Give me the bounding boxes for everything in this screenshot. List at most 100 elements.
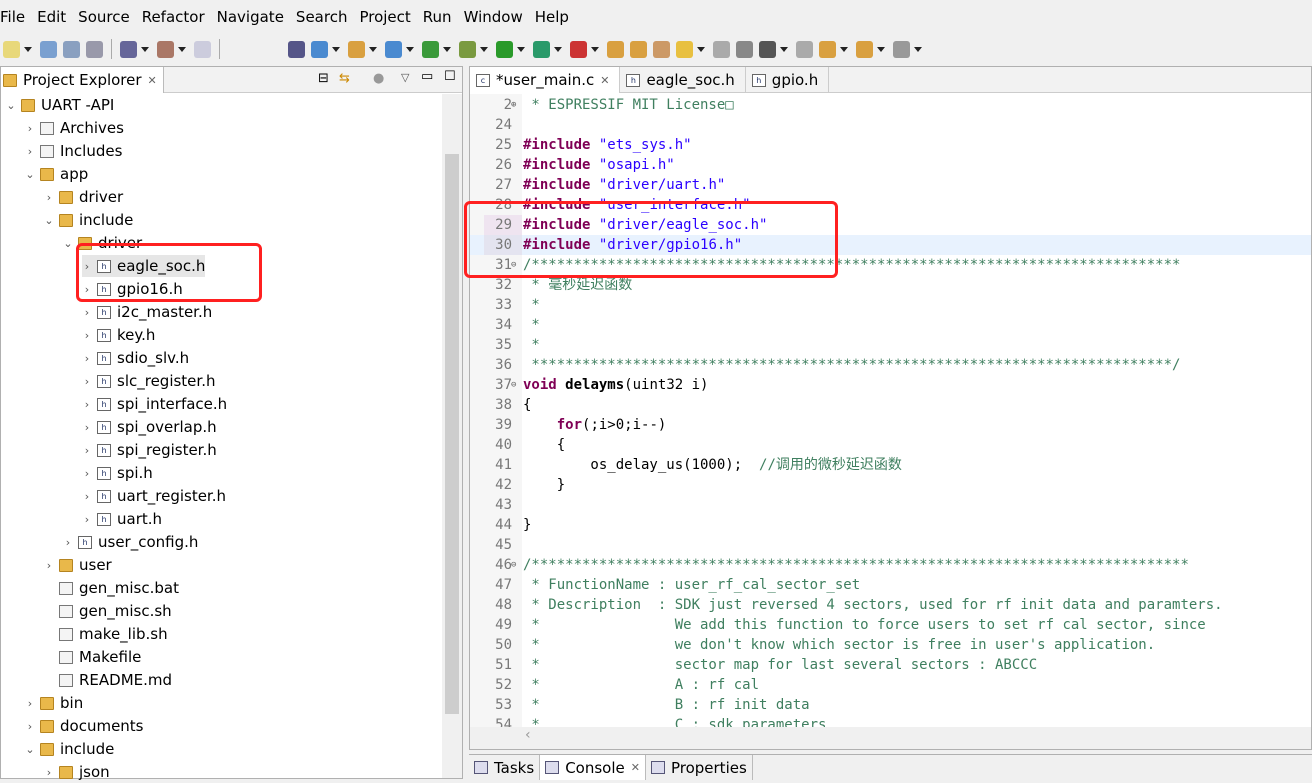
toolbar-button-icon[interactable] (3, 40, 20, 58)
explorer-scrollbar[interactable] (442, 94, 462, 778)
dropdown-arrow-icon[interactable] (877, 46, 885, 52)
tree-item[interactable]: › h key.h (82, 324, 156, 346)
chevron-down-icon[interactable]: ⌄ (25, 168, 35, 181)
toolbar-button-icon[interactable] (759, 40, 776, 58)
tree-item[interactable]: › h uart.h (82, 508, 162, 530)
tab-console[interactable]: Console ✕ (540, 755, 646, 780)
toolbar-button-icon[interactable] (736, 40, 753, 58)
toolbar-button-icon[interactable] (533, 40, 550, 58)
toolbar-button-icon[interactable] (676, 40, 693, 58)
collapse-fold-icon[interactable]: ⊖ (511, 375, 516, 395)
view-menu-icon[interactable]: ▽ (401, 71, 409, 84)
toolbar-button-icon[interactable] (157, 40, 174, 58)
dropdown-arrow-icon[interactable] (369, 46, 377, 52)
editor-tab[interactable]: h gpio.h (746, 67, 830, 93)
tree-item[interactable]: › h uart_register.h (82, 485, 226, 507)
tree-item[interactable]: › Archives (25, 117, 124, 139)
chevron-right-icon[interactable]: › (82, 444, 92, 457)
dropdown-arrow-icon[interactable] (406, 46, 414, 52)
dropdown-arrow-icon[interactable] (443, 46, 451, 52)
tree-item[interactable]: › json (44, 761, 110, 783)
chevron-right-icon[interactable]: › (63, 536, 73, 549)
chevron-right-icon[interactable]: › (44, 191, 54, 204)
chevron-right-icon[interactable]: › (82, 352, 92, 365)
tree-item[interactable]: › h spi_overlap.h (82, 416, 217, 438)
tab-tasks[interactable]: Tasks (469, 755, 541, 780)
toolbar-button-icon[interactable] (856, 40, 873, 58)
dropdown-arrow-icon[interactable] (914, 46, 922, 52)
editor-tab[interactable]: c *user_main.c ✕ (470, 67, 621, 93)
menu-source[interactable]: Source (73, 8, 137, 26)
filter-icon[interactable]: ● (373, 71, 384, 86)
editor-tab[interactable]: h eagle_soc.h (620, 67, 746, 93)
toolbar-button-icon[interactable] (653, 40, 670, 58)
menu-window[interactable]: Window (459, 8, 530, 26)
dropdown-arrow-icon[interactable] (591, 46, 599, 52)
tree-item[interactable]: gen_misc.sh (44, 600, 172, 622)
dropdown-arrow-icon[interactable] (554, 46, 562, 52)
dropdown-arrow-icon[interactable] (141, 46, 149, 52)
scrollbar-thumb[interactable] (445, 154, 459, 714)
tree-item[interactable]: README.md (44, 669, 172, 691)
dropdown-arrow-icon[interactable] (24, 46, 32, 52)
chevron-down-icon[interactable]: ⌄ (44, 214, 54, 227)
menu-project[interactable]: Project (354, 8, 417, 26)
menu-file[interactable]: File (0, 8, 32, 26)
dropdown-arrow-icon[interactable] (840, 46, 848, 52)
scroll-left-icon[interactable]: ‹ (525, 727, 531, 743)
chevron-right-icon[interactable]: › (25, 145, 35, 158)
chevron-down-icon[interactable]: ⌄ (63, 237, 73, 250)
tree-item[interactable]: › user (44, 554, 112, 576)
menu-help[interactable]: Help (530, 8, 576, 26)
menu-run[interactable]: Run (418, 8, 459, 26)
chevron-down-icon[interactable]: ⌄ (25, 743, 35, 756)
toolbar-button-icon[interactable] (288, 40, 305, 58)
toolbar-button-icon[interactable] (796, 40, 813, 58)
toolbar-button-icon[interactable] (120, 40, 137, 58)
tree-item[interactable]: › h spi_register.h (82, 439, 217, 461)
chevron-right-icon[interactable]: › (82, 490, 92, 503)
chevron-right-icon[interactable]: › (82, 306, 92, 319)
toolbar-button-icon[interactable] (311, 40, 328, 58)
toolbar-button-icon[interactable] (422, 40, 439, 58)
toolbar-button-icon[interactable] (713, 40, 730, 58)
toolbar-button-icon[interactable] (348, 40, 365, 58)
toolbar-button-icon[interactable] (194, 40, 211, 58)
menu-navigate[interactable]: Navigate (212, 8, 291, 26)
tree-item[interactable]: › h slc_register.h (82, 370, 216, 392)
chevron-right-icon[interactable]: › (82, 329, 92, 342)
dropdown-arrow-icon[interactable] (332, 46, 340, 52)
tree-item[interactable]: gen_misc.bat (44, 577, 179, 599)
menu-edit[interactable]: Edit (32, 8, 73, 26)
chevron-right-icon[interactable]: › (44, 559, 54, 572)
chevron-right-icon[interactable]: › (25, 122, 35, 135)
dropdown-arrow-icon[interactable] (480, 46, 488, 52)
chevron-right-icon[interactable]: › (25, 697, 35, 710)
dropdown-arrow-icon[interactable] (178, 46, 186, 52)
toolbar-button-icon[interactable] (819, 40, 836, 58)
tree-item[interactable]: › driver (44, 186, 123, 208)
menu-refactor[interactable]: Refactor (137, 8, 212, 26)
toolbar-button-icon[interactable] (630, 40, 647, 58)
close-icon[interactable]: ✕ (148, 74, 157, 87)
tree-item[interactable]: ⌄ include (25, 738, 114, 760)
toolbar-button-icon[interactable] (459, 40, 476, 58)
chevron-right-icon[interactable]: › (82, 467, 92, 480)
chevron-right-icon[interactable]: › (25, 720, 35, 733)
code-area[interactable]: 2 ⊕ * ESPRESSIF MIT License□ 24 25 #include … (470, 94, 1311, 727)
horizontal-scrollbar[interactable]: ‹ (470, 727, 1311, 749)
tree-item[interactable]: › h spi.h (82, 462, 153, 484)
collapse-all-icon[interactable]: ⊟ (318, 71, 329, 86)
tree-item[interactable]: ⌄ UART -API (6, 94, 114, 116)
expand-fold-icon[interactable]: ⊕ (511, 95, 516, 115)
tree-item[interactable]: › h user_config.h (63, 531, 199, 553)
maximize-icon[interactable]: ☐ (444, 69, 456, 84)
tab-project-explorer[interactable]: Project Explorer ✕ (1, 67, 164, 93)
chevron-right-icon[interactable]: › (82, 421, 92, 434)
toolbar-button-icon[interactable] (607, 40, 624, 58)
tree-item[interactable]: › h i2c_master.h (82, 301, 212, 323)
tree-item[interactable]: › h spi_interface.h (82, 393, 227, 415)
toolbar-button-icon[interactable] (570, 40, 587, 58)
tree-item[interactable]: Makefile (44, 646, 141, 668)
tree-item[interactable]: make_lib.sh (44, 623, 168, 645)
